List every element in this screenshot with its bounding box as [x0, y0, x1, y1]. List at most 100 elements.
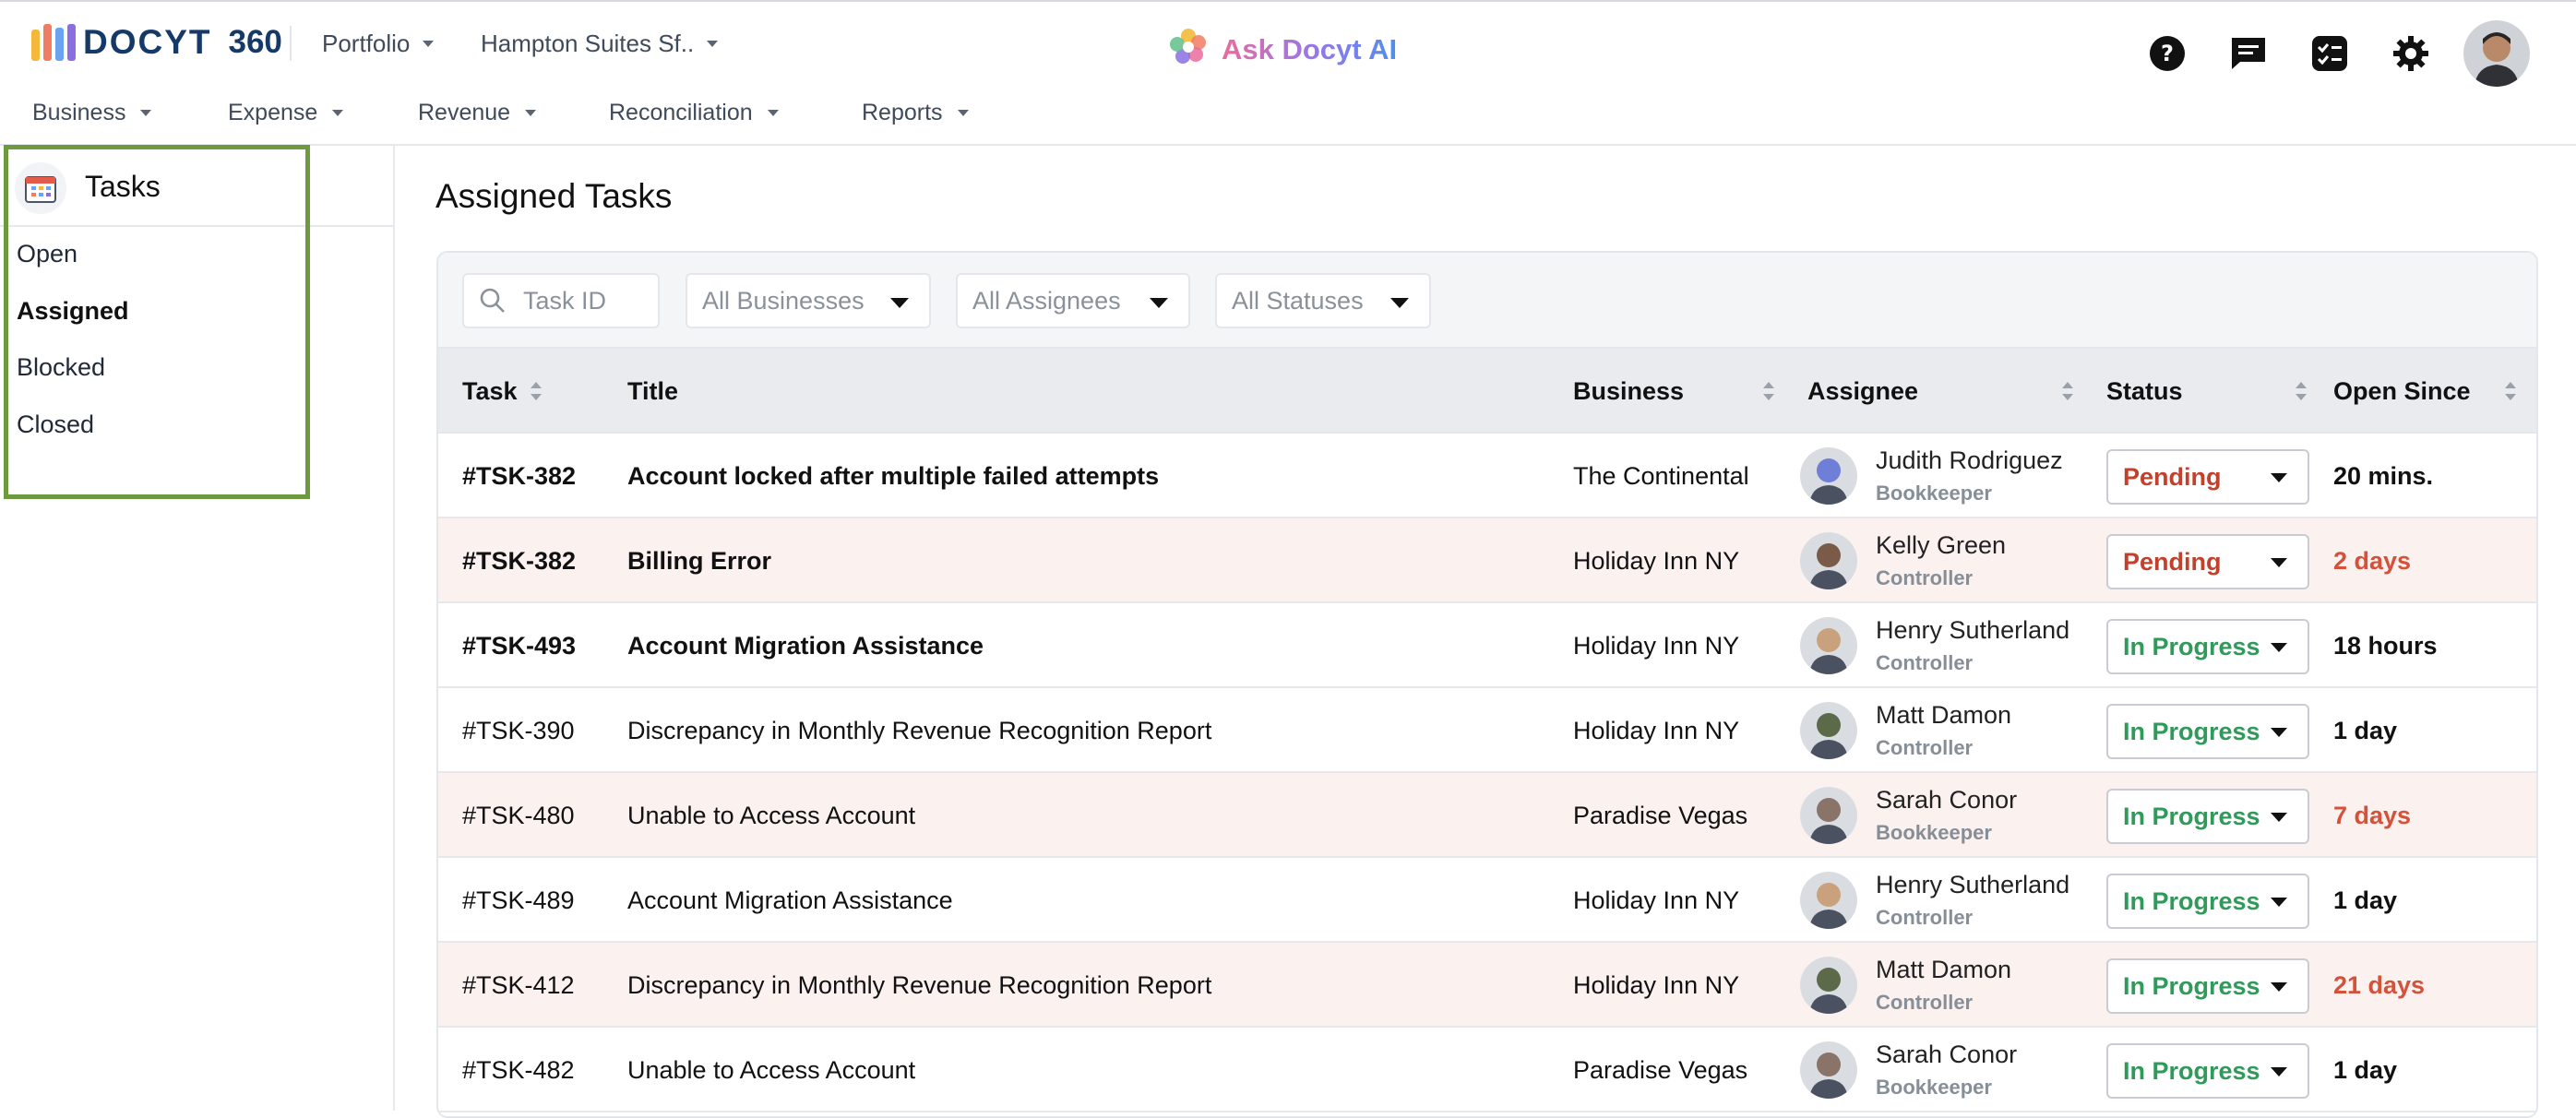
table-row[interactable]: #TSK-482 Unable to Access Account Paradise… [438, 1028, 2536, 1112]
task-title[interactable]: Discrepancy in Monthly Revenue Recogniti… [627, 943, 1211, 1028]
help-icon[interactable]: ? [2146, 32, 2188, 75]
menu-reconciliation[interactable]: Reconciliation [609, 100, 779, 126]
dropdown-arrow-icon [1390, 298, 1409, 308]
assignee-role: Controller [1876, 651, 1974, 674]
top-icons: ? [2146, 20, 2530, 87]
task-business: Paradise Vegas [1573, 1055, 1748, 1084]
assignee-name: Matt Damon [1876, 956, 2012, 983]
assignee-role: Bookkeeper [1876, 821, 1992, 844]
column-open-since[interactable]: Open Since [2333, 349, 2471, 434]
table-row[interactable]: #TSK-382 Billing Error Holiday Inn NY Kelly… [438, 518, 2536, 603]
user-avatar[interactable] [2463, 20, 2530, 87]
status-dropdown[interactable]: Pending [2106, 534, 2309, 589]
menu-business[interactable]: Business [32, 100, 152, 126]
assignees-filter[interactable]: All Assignees [956, 273, 1190, 328]
column-task[interactable]: Task [462, 349, 542, 434]
task-title[interactable]: Account Migration Assistance [627, 603, 984, 688]
status-dropdown[interactable]: In Progress [2106, 619, 2309, 674]
sort-icon[interactable] [1763, 380, 1774, 402]
table-row[interactable]: #TSK-382 Account locked after multiple fa… [438, 434, 2536, 518]
table-row[interactable]: #TSK-412 Discrepancy in Monthly Revenue R… [438, 943, 2536, 1028]
assignee-role: Bookkeeper [1876, 482, 1992, 505]
logo-bars [31, 24, 76, 61]
task-id[interactable]: #TSK-382 [462, 434, 576, 518]
status-label: Pending [2123, 462, 2222, 491]
status-label: In Progress [2123, 886, 2260, 915]
task-id[interactable]: #TSK-489 [462, 858, 575, 943]
task-id[interactable]: #TSK-382 [462, 518, 576, 603]
assignee-role: Controller [1876, 991, 1974, 1014]
menu-label: Business [32, 100, 126, 125]
assignee-avatar [1800, 702, 1857, 759]
assignee-avatar [1800, 957, 1857, 1014]
settings-icon[interactable] [2390, 32, 2432, 75]
column-assignee[interactable]: Assignee [1807, 349, 1918, 434]
business-label: Hampton Suites Sf.. [481, 30, 695, 57]
table-row[interactable]: #TSK-489 Account Migration Assistance Holi… [438, 858, 2536, 943]
task-id[interactable]: #TSK-480 [462, 773, 575, 858]
status-dropdown[interactable]: In Progress [2106, 789, 2309, 844]
menu-label: Reconciliation [609, 100, 753, 125]
menu-expense[interactable]: Expense [228, 100, 344, 126]
business-selector[interactable]: Hampton Suites Sf.. [481, 30, 719, 58]
portfolio-selector[interactable]: Portfolio [322, 30, 435, 58]
task-title[interactable]: Billing Error [627, 518, 771, 603]
portfolio-label: Portfolio [322, 30, 411, 57]
tasklist-icon[interactable] [2308, 32, 2351, 75]
menu-label: Reports [862, 100, 943, 125]
sort-icon[interactable] [2505, 380, 2516, 402]
task-id[interactable]: #TSK-390 [462, 688, 575, 773]
logo-number: 360 [228, 24, 282, 60]
menu-reports[interactable]: Reports [862, 100, 969, 126]
column-status[interactable]: Status [2106, 349, 2183, 434]
statuses-filter[interactable]: All Statuses [1215, 273, 1431, 328]
sidebar-item-open[interactable]: Open [17, 240, 78, 268]
sidebar-item-blocked[interactable]: Blocked [17, 353, 105, 382]
status-dropdown[interactable]: In Progress [2106, 1043, 2309, 1099]
sidebar-item-closed[interactable]: Closed [17, 410, 94, 439]
column-label: Open Since [2333, 376, 2471, 405]
table-row[interactable]: #TSK-493 Account Migration Assistance Holi… [438, 603, 2536, 688]
table-row[interactable]: #TSK-390 Discrepancy in Monthly Revenue R… [438, 688, 2536, 773]
calendar-icon [15, 162, 66, 214]
logo-divider [290, 26, 292, 61]
chevron-down-icon [957, 110, 969, 116]
filter-bar: Task ID All Businesses All Assignees All… [438, 253, 2536, 349]
task-id[interactable]: #TSK-482 [462, 1028, 575, 1112]
chat-icon[interactable] [2227, 32, 2270, 75]
status-dropdown[interactable]: In Progress [2106, 704, 2309, 759]
table-row[interactable]: #TSK-480 Unable to Access Account Paradise… [438, 773, 2536, 858]
task-id[interactable]: #TSK-412 [462, 943, 575, 1028]
docyt-logo[interactable]: DOCYT 360 [31, 22, 282, 63]
ask-ai-label: Ask Docyt AI [1222, 32, 1398, 65]
dropdown-arrow-icon [2271, 558, 2287, 567]
task-title[interactable]: Discrepancy in Monthly Revenue Recogniti… [627, 688, 1211, 773]
open-since: 2 days [2333, 546, 2412, 575]
task-title[interactable]: Account Migration Assistance [627, 858, 953, 943]
sidebar-item-assigned[interactable]: Assigned [17, 297, 129, 326]
task-id-search[interactable]: Task ID [462, 273, 660, 328]
sort-icon[interactable] [2296, 380, 2307, 402]
sort-icon[interactable] [2062, 380, 2073, 402]
status-dropdown[interactable]: Pending [2106, 449, 2309, 505]
task-title[interactable]: Unable to Access Account [627, 1028, 915, 1112]
column-label: Title [627, 376, 679, 405]
task-id[interactable]: #TSK-493 [462, 603, 576, 688]
dropdown-arrow-icon [890, 298, 909, 308]
logo-text: DOCYT [83, 23, 212, 61]
chevron-down-icon [140, 110, 152, 116]
open-since: 21 days [2333, 970, 2426, 999]
status-dropdown[interactable]: In Progress [2106, 958, 2309, 1014]
dropdown-arrow-icon [2271, 813, 2287, 822]
assignee-role: Bookkeeper [1876, 1076, 1992, 1099]
status-dropdown[interactable]: In Progress [2106, 874, 2309, 929]
task-title[interactable]: Account locked after multiple failed att… [627, 434, 1159, 518]
column-business[interactable]: Business [1573, 349, 1684, 434]
status-label: In Progress [2123, 971, 2260, 1000]
businesses-filter[interactable]: All Businesses [686, 273, 931, 328]
task-title[interactable]: Unable to Access Account [627, 773, 915, 858]
menu-revenue[interactable]: Revenue [418, 100, 537, 126]
assignee-avatar [1800, 447, 1857, 505]
task-business: The Continental [1573, 461, 1749, 490]
ask-ai-button[interactable]: Ask Docyt AI [1168, 27, 1397, 72]
